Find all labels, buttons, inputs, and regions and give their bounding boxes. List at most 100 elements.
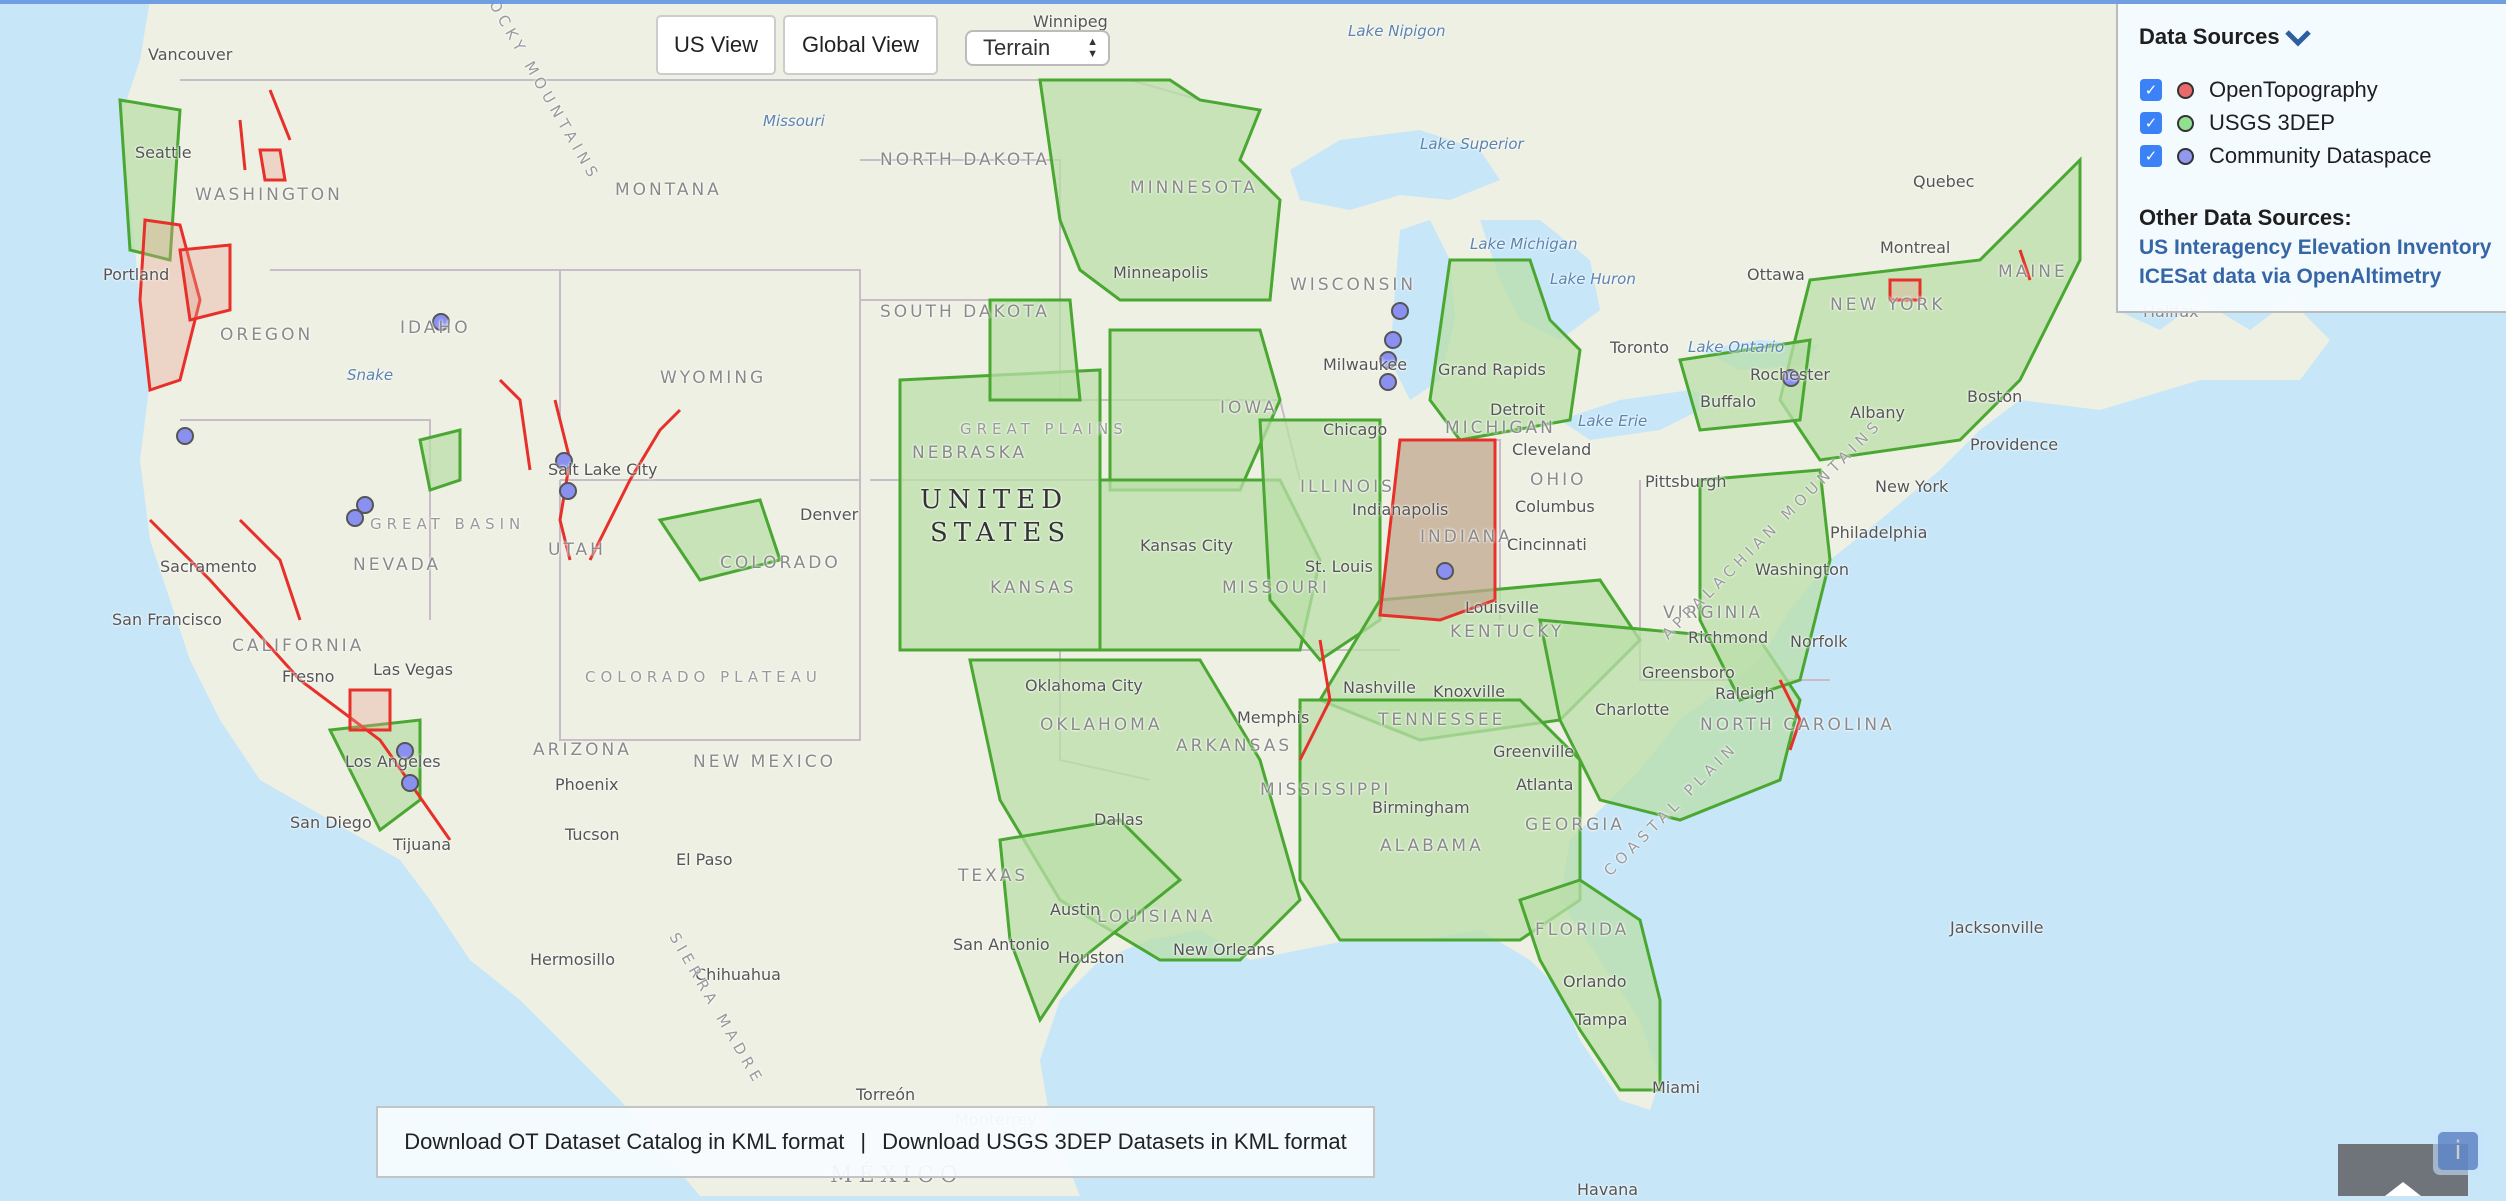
community-dataspace-checkbox[interactable]: ✓ bbox=[2140, 145, 2162, 167]
city-label: Tucson bbox=[565, 825, 620, 844]
state-label: KANSAS bbox=[990, 578, 1077, 598]
city-label: Nashville bbox=[1343, 678, 1416, 697]
opentopography-checkbox[interactable]: ✓ bbox=[2140, 79, 2162, 101]
city-label: Hermosillo bbox=[530, 950, 616, 969]
state-label: TEXAS bbox=[958, 866, 1029, 886]
city-label: Vancouver bbox=[148, 45, 233, 64]
water-label: Missouri bbox=[763, 112, 825, 130]
basemap-select-value: Terrain bbox=[983, 35, 1051, 60]
source-row-usgs-3dep[interactable]: ✓ USGS 3DEP bbox=[2140, 110, 2335, 136]
city-label: Sacramento bbox=[160, 557, 257, 576]
source-label: OpenTopography bbox=[2209, 77, 2378, 102]
city-label: Minneapolis bbox=[1113, 263, 1209, 282]
city-label: Houston bbox=[1058, 948, 1125, 967]
state-label: NEVADA bbox=[353, 555, 442, 575]
city-label: Toronto bbox=[1610, 338, 1670, 357]
source-row-opentopography[interactable]: ✓ OpenTopography bbox=[2140, 77, 2378, 103]
city-label: Chicago bbox=[1323, 420, 1388, 439]
city-label: Miami bbox=[1652, 1078, 1701, 1097]
ot-socal-box bbox=[348, 688, 392, 732]
usgs-3dep-swatch-icon bbox=[2177, 114, 2194, 132]
city-label: Fresno bbox=[282, 667, 335, 686]
state-label: NORTH DAKOTA bbox=[880, 150, 1050, 170]
city-label: Tijuana bbox=[393, 835, 452, 854]
ot-idaho-1 bbox=[258, 148, 287, 182]
city-label: Providence bbox=[1970, 435, 2059, 454]
city-label: Washington bbox=[1755, 560, 1850, 579]
city-label: Quebec bbox=[1913, 172, 1975, 191]
city-label: Richmond bbox=[1688, 628, 1769, 647]
state-label: MAINE bbox=[1998, 262, 2068, 282]
community-marker bbox=[1436, 562, 1454, 580]
city-label: Montreal bbox=[1880, 238, 1951, 257]
info-icon: i bbox=[2438, 1132, 2478, 1170]
data-sources-panel: Data Sources ✓ OpenTopography ✓ USGS 3DE… bbox=[2116, 0, 2506, 313]
city-label: Salt Lake City bbox=[548, 460, 658, 479]
city-label: Grand Rapids bbox=[1438, 360, 1546, 379]
top-accent-bar bbox=[0, 0, 2506, 4]
ot-oregon-inland bbox=[178, 243, 232, 322]
city-label: St. Louis bbox=[1305, 557, 1373, 576]
other-sources-title: Other Data Sources: bbox=[2139, 205, 2352, 230]
source-label: USGS 3DEP bbox=[2209, 110, 2335, 135]
usgs-3dep-checkbox[interactable]: ✓ bbox=[2140, 112, 2162, 134]
city-label: Buffalo bbox=[1700, 392, 1757, 411]
city-label: Louisville bbox=[1465, 598, 1539, 617]
state-label: ARIZONA bbox=[533, 740, 632, 760]
city-label: Greenville bbox=[1493, 742, 1575, 761]
city-label: Dallas bbox=[1094, 810, 1144, 829]
water-label: Lake Huron bbox=[1550, 270, 1636, 288]
water-label: Lake Michigan bbox=[1470, 235, 1578, 253]
city-label: Las Vegas bbox=[373, 660, 453, 679]
city-label: Greensboro bbox=[1642, 663, 1735, 682]
city-label: New Orleans bbox=[1173, 940, 1275, 959]
community-marker bbox=[346, 509, 364, 527]
state-label: WASHINGTON bbox=[195, 185, 343, 205]
country-label-us-1: UNITED bbox=[920, 485, 1069, 515]
city-label: Denver bbox=[800, 505, 859, 524]
community-marker bbox=[401, 774, 419, 792]
water-label: Lake Erie bbox=[1578, 412, 1648, 430]
city-label: Pittsburgh bbox=[1645, 472, 1727, 491]
us-interagency-elevation-link[interactable]: US Interagency Elevation Inventory bbox=[2139, 236, 2491, 260]
city-label: Boston bbox=[1967, 387, 2023, 406]
city-label: Cincinnati bbox=[1507, 535, 1587, 554]
city-label: Winnipeg bbox=[1033, 12, 1108, 31]
city-label: Tampa bbox=[1575, 1010, 1628, 1029]
icesat-openaltimetry-link[interactable]: ICESat data via OpenAltimetry bbox=[2139, 265, 2441, 289]
city-label: Ottawa bbox=[1747, 265, 1805, 284]
opentopography-swatch-icon bbox=[2177, 81, 2194, 99]
info-button[interactable]: i bbox=[2433, 1127, 2483, 1175]
country-label-us-2: STATES bbox=[930, 518, 1072, 548]
state-label: OHIO bbox=[1530, 470, 1587, 490]
city-label: San Francisco bbox=[112, 610, 222, 629]
state-label: LOUISIANA bbox=[1097, 907, 1216, 927]
chevron-up-icon bbox=[2385, 1182, 2421, 1196]
state-label: GEORGIA bbox=[1525, 815, 1625, 835]
state-label: NEW MEXICO bbox=[693, 752, 836, 772]
city-label: Norfolk bbox=[1790, 632, 1848, 651]
city-label: Birmingham bbox=[1372, 798, 1470, 817]
city-label: Memphis bbox=[1237, 708, 1310, 727]
global-view-button[interactable]: Global View bbox=[783, 15, 938, 75]
community-marker bbox=[1379, 373, 1397, 391]
city-label: Cleveland bbox=[1512, 440, 1592, 459]
chevron-down-icon[interactable] bbox=[2284, 28, 2312, 48]
basemap-select[interactable]: Terrain ▲ ▼ bbox=[965, 30, 1110, 66]
download-ot-kml-link[interactable]: Download OT Dataset Catalog in KML forma… bbox=[404, 1129, 844, 1155]
city-label: Milwaukee bbox=[1323, 355, 1408, 374]
city-label: Raleigh bbox=[1715, 684, 1775, 703]
city-label: El Paso bbox=[676, 850, 733, 869]
us-view-button[interactable]: US View bbox=[656, 15, 776, 75]
city-label: New York bbox=[1875, 477, 1949, 496]
state-label: OKLAHOMA bbox=[1040, 715, 1163, 735]
state-label: IOWA bbox=[1220, 398, 1278, 418]
download-usgs-kml-link[interactable]: Download USGS 3DEP Datasets in KML forma… bbox=[882, 1129, 1347, 1155]
city-label: Jacksonville bbox=[1950, 918, 2044, 937]
city-label: Rochester bbox=[1750, 365, 1830, 384]
state-label: UTAH bbox=[548, 540, 606, 560]
city-label: Atlanta bbox=[1516, 775, 1574, 794]
source-row-community-dataspace[interactable]: ✓ Community Dataspace bbox=[2140, 143, 2432, 169]
download-bar: Download OT Dataset Catalog in KML forma… bbox=[376, 1106, 1375, 1178]
state-label: SOUTH DAKOTA bbox=[880, 302, 1050, 322]
